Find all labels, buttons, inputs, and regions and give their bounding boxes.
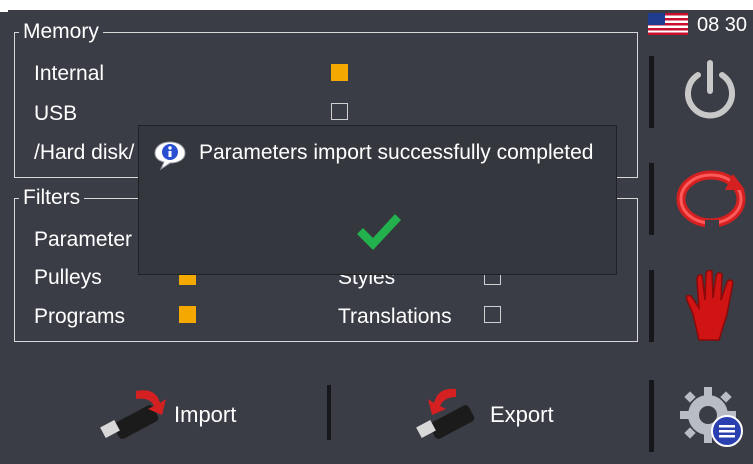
memory-usb-checkbox[interactable]	[331, 103, 348, 120]
filter-translations-checkbox[interactable]	[484, 306, 501, 323]
import-button[interactable]: Import	[100, 385, 236, 445]
refresh-icon[interactable]	[675, 168, 747, 230]
usb-import-icon	[100, 390, 166, 439]
memory-title: Memory	[23, 20, 99, 43]
memory-item-hard-disk: /Hard disk/	[34, 141, 135, 164]
us-flag-icon	[648, 13, 688, 35]
memory-item-internal: Internal	[34, 62, 105, 85]
memory-item-usb: USB	[34, 102, 78, 125]
export-label: Export	[490, 402, 554, 427]
import-success-dialog[interactable]: Parameters import successfully completed	[138, 125, 617, 275]
filter-programs-checkbox[interactable]	[179, 306, 196, 323]
filter-item-pulleys: Pulleys	[34, 266, 102, 289]
filter-item-parameter: Parameter	[34, 228, 133, 251]
export-button[interactable]: Export	[416, 385, 554, 445]
info-icon	[154, 141, 186, 170]
clock-time: 08 30	[697, 14, 748, 36]
stop-hand-icon[interactable]	[683, 270, 739, 342]
filter-item-translations: Translations	[338, 305, 452, 328]
right-separator-4	[649, 380, 654, 452]
right-separator-2	[649, 163, 654, 235]
usb-export-icon	[416, 388, 475, 439]
checkmark-icon	[357, 214, 401, 250]
power-icon[interactable]	[680, 57, 740, 123]
settings-gear-icon[interactable]	[680, 385, 746, 449]
filters-title: Filters	[23, 186, 81, 209]
filter-item-programs: Programs	[34, 305, 126, 328]
memory-internal-checkbox[interactable]	[331, 64, 348, 81]
right-separator-3	[649, 270, 654, 342]
right-separator-1	[649, 56, 654, 128]
import-label: Import	[174, 402, 237, 427]
bottom-separator	[327, 385, 331, 440]
dialog-message: Parameters import successfully completed	[199, 141, 594, 164]
